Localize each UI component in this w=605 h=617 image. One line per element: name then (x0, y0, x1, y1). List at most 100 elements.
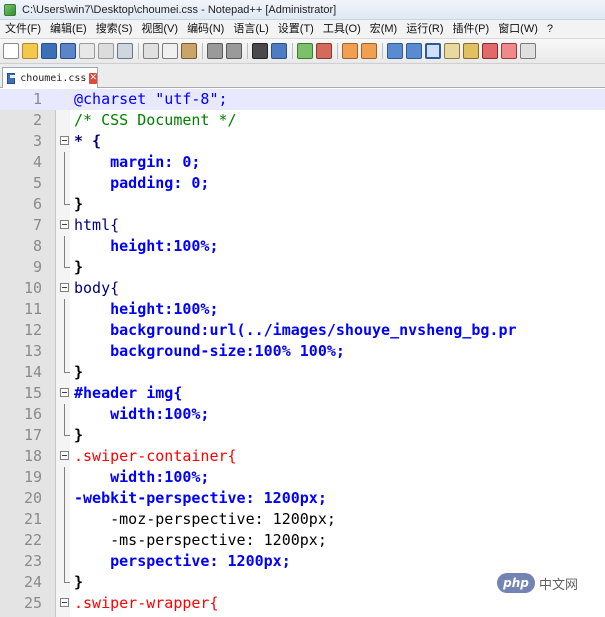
fold-line (64, 320, 65, 341)
menu-plugins[interactable]: 插件(P) (448, 20, 494, 38)
fold-guide (59, 341, 71, 362)
close-all-icon[interactable] (98, 43, 114, 59)
fold-toggle[interactable] (59, 278, 71, 299)
toolbar-separator (138, 43, 139, 59)
cut-icon[interactable] (143, 43, 159, 59)
sync-horizontal-icon[interactable] (361, 43, 377, 59)
code-line: 5 padding: 0; (0, 173, 605, 194)
menu-window[interactable]: 窗口(W) (493, 20, 542, 38)
fold-guide (59, 425, 71, 446)
fold-end (64, 362, 70, 373)
line-number: 6 (32, 195, 42, 213)
toolbar-separator (202, 43, 203, 59)
fold-toggle[interactable] (59, 215, 71, 236)
code-line: 16 width:100%; (0, 404, 605, 425)
new-file-icon[interactable] (3, 43, 19, 59)
menu-edit[interactable]: 编辑(E) (45, 20, 91, 38)
menu-language[interactable]: 语言(L) (228, 20, 272, 38)
fold-guide (59, 509, 71, 530)
line-text: -ms-perspective: 1200px; (74, 531, 327, 549)
record-macro-icon[interactable] (520, 43, 536, 59)
line-number: 11 (23, 300, 42, 318)
line-text: padding: 0; (74, 174, 210, 192)
fold-line (64, 404, 65, 425)
line-text: } (74, 195, 84, 213)
tab-choumei-css[interactable]: choumei.css ✕ (2, 67, 98, 88)
menu-run[interactable]: 运行(R) (401, 20, 447, 38)
line-text: #header img{ (74, 384, 183, 402)
line-number: 16 (23, 405, 42, 423)
copy-icon[interactable] (162, 43, 178, 59)
menu-macro[interactable]: 宏(M) (365, 20, 402, 38)
fold-toggle[interactable] (59, 131, 71, 152)
fold-line (64, 488, 65, 509)
code-line: 13 background-size:100% 100%; (0, 341, 605, 362)
line-text: } (74, 573, 84, 591)
menu-bar: 文件(F) 编辑(E) 搜索(S) 视图(V) 编码(N) 语言(L) 设置(T… (0, 20, 605, 39)
fold-minus-icon (60, 598, 69, 607)
line-text: width:100%; (74, 405, 210, 423)
fold-minus-icon (60, 388, 69, 397)
menu-help[interactable]: ? (542, 20, 557, 38)
line-number: 7 (32, 216, 42, 234)
close-icon[interactable] (79, 43, 95, 59)
menu-encoding[interactable]: 编码(N) (182, 20, 228, 38)
menu-view[interactable]: 视图(V) (136, 20, 182, 38)
menu-search[interactable]: 搜索(S) (91, 20, 137, 38)
fold-toggle[interactable] (59, 593, 71, 614)
find-icon[interactable] (252, 43, 268, 59)
toolbar-separator (382, 43, 383, 59)
code-line: 21 -moz-perspective: 1200px; (0, 509, 605, 530)
line-number: 22 (23, 531, 42, 549)
code-line: 3 * { (0, 131, 605, 152)
fold-toggle[interactable] (59, 446, 71, 467)
close-icon[interactable]: ✕ (89, 72, 97, 84)
sync-vertical-icon[interactable] (342, 43, 358, 59)
line-number: 2 (32, 111, 42, 129)
redo-icon[interactable] (226, 43, 242, 59)
php-logo: php (497, 573, 535, 593)
code-line: 11 height:100%; (0, 299, 605, 320)
indent-guide-icon[interactable] (425, 43, 441, 59)
code-line: 14 } (0, 362, 605, 383)
open-file-icon[interactable] (22, 43, 38, 59)
menu-settings[interactable]: 设置(T) (273, 20, 318, 38)
menu-tools[interactable]: 工具(O) (318, 20, 365, 38)
print-icon[interactable] (117, 43, 133, 59)
menu-file[interactable]: 文件(F) (0, 20, 45, 38)
function-list-icon[interactable] (463, 43, 479, 59)
doc-map-icon[interactable] (444, 43, 460, 59)
zoom-out-icon[interactable] (316, 43, 332, 59)
fold-guide (59, 152, 71, 173)
replace-icon[interactable] (271, 43, 287, 59)
line-number: 8 (32, 237, 42, 255)
line-number: 9 (32, 258, 42, 276)
save-all-icon[interactable] (60, 43, 76, 59)
line-number: 3 (32, 132, 42, 150)
fold-minus-icon (60, 451, 69, 460)
code-editor[interactable]: 1 @charset "utf-8"; 2 /* CSS Document */… (0, 89, 605, 617)
fold-minus-icon (60, 220, 69, 229)
line-number: 4 (32, 153, 42, 171)
fold-line (64, 236, 65, 257)
fold-guide (59, 236, 71, 257)
line-text: } (74, 426, 84, 444)
fold-guide (59, 551, 71, 572)
fold-toggle[interactable] (59, 383, 71, 404)
zoom-in-icon[interactable] (297, 43, 313, 59)
show-all-chars-icon[interactable] (406, 43, 422, 59)
code-line: 7 html{ (0, 215, 605, 236)
save-icon[interactable] (41, 43, 57, 59)
paste-icon[interactable] (181, 43, 197, 59)
code-line: 25 .swiper-wrapper{ (0, 593, 605, 614)
line-text: background:url(../images/shouye_nvsheng_… (74, 321, 517, 339)
fold-guide (59, 572, 71, 593)
monitoring-icon[interactable] (501, 43, 517, 59)
word-wrap-icon[interactable] (387, 43, 403, 59)
line-number: 13 (23, 342, 42, 360)
line-number: 25 (23, 594, 42, 612)
folder-workspace-icon[interactable] (482, 43, 498, 59)
undo-icon[interactable] (207, 43, 223, 59)
code-line: 23 perspective: 1200px; (0, 551, 605, 572)
line-number: 23 (23, 552, 42, 570)
